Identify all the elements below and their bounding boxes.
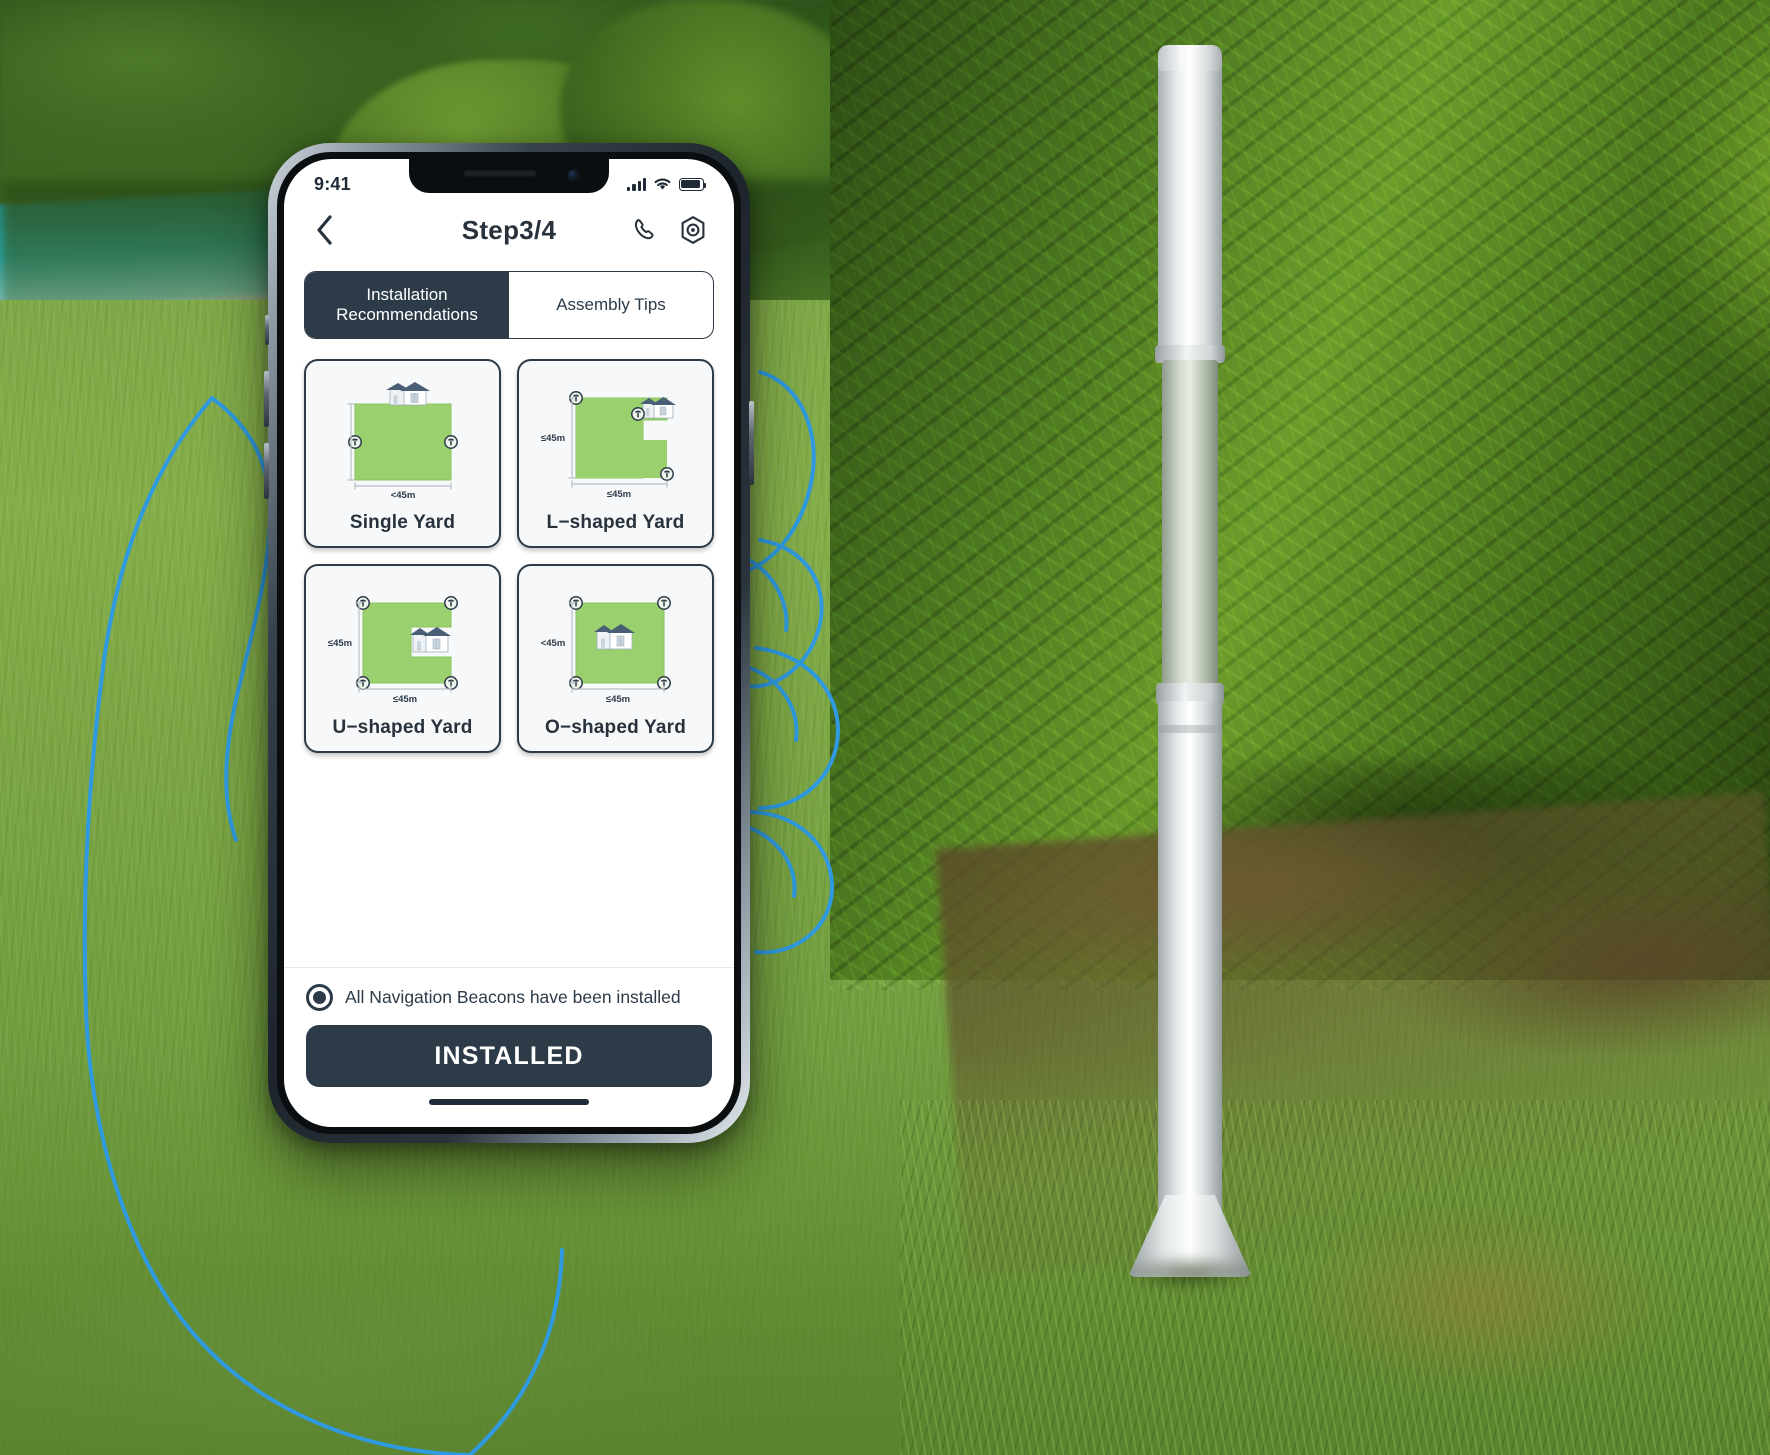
single-yard-figure: <45m [347,381,458,500]
width-label: ≤45m [392,694,416,705]
bottom-action-area: All Navigation Beacons have been install… [284,967,734,1127]
house-icon [409,626,451,652]
background-photo [0,0,1770,1455]
status-bar: 9:41 [284,159,734,199]
yard-diagram-l-shaped: ≤45m ≤45m [519,361,712,512]
phone-bezel: 9:41 Step3/4 Installation Recommendation… [277,152,741,1134]
height-label: ≤45m [327,638,351,649]
l-shaped-yard-figure: ≤45m ≤45m [540,390,676,500]
width-label: ≤45m [606,489,630,500]
tab-assembly-tips[interactable]: Assembly Tips [509,272,713,338]
status-clock: 9:41 [314,173,351,194]
yard-type-grid: <45m Single Yard ≤45m ≤45m L−shaped Yard… [284,339,734,753]
cellular-signal-icon [627,177,646,191]
yard-card-o-shaped[interactable]: <45m ≤45m O−shaped Yard [517,564,714,753]
silent-switch[interactable] [265,315,269,345]
width-label: ≤45m [605,694,629,705]
yard-card-l-shaped[interactable]: ≤45m ≤45m L−shaped Yard [517,359,714,548]
installed-button[interactable]: INSTALLED [306,1025,712,1087]
bollard-lamp [1090,45,1290,1300]
nav-actions [628,213,710,247]
home-indicator[interactable] [429,1099,589,1105]
smartphone-device: 9:41 Step3/4 Installation Recommendation… [264,143,754,1143]
hex-gear-icon [681,216,705,244]
house-icon [385,381,430,405]
confirm-installed-row[interactable]: All Navigation Beacons have been install… [306,984,712,1011]
yard-card-label-u-shaped: U−shaped Yard [332,717,473,738]
yard-card-label-single: Single Yard [349,512,456,533]
support-call-button[interactable] [628,213,662,247]
height-label: <45m [540,638,565,649]
yard-diagram-single: <45m [306,361,499,512]
confirm-radio-icon[interactable] [306,984,333,1011]
yard-card-label-l-shaped: L−shaped Yard [546,512,685,533]
yard-card-label-o-shaped: O−shaped Yard [544,717,687,738]
phone-handset-icon [634,219,654,240]
yard-diagram-o-shaped: <45m ≤45m [519,566,712,717]
chevron-left-icon [317,215,332,245]
volume-up-button[interactable] [264,371,269,427]
dry-grass-patch [1230,1180,1750,1450]
power-button[interactable] [749,401,754,485]
settings-button[interactable] [676,213,710,247]
tab-bar: Installation Recommendations Assembly Ti… [304,271,714,339]
phone-screen: 9:41 Step3/4 Installation Recommendation… [284,159,734,1127]
o-shaped-yard-figure: <45m ≤45m [540,595,671,705]
confirm-label: All Navigation Beacons have been install… [345,987,681,1007]
wifi-icon [654,178,671,190]
width-label: <45m [390,490,415,500]
yard-diagram-u-shaped: ≤45m ≤45m [306,566,499,717]
u-shaped-yard-figure: ≤45m ≤45m [327,595,458,705]
height-label: ≤45m [540,433,564,444]
navigation-bar: Step3/4 [284,199,734,261]
yard-card-u-shaped[interactable]: ≤45m ≤45m U−shaped Yard [304,564,501,753]
yard-card-single[interactable]: <45m Single Yard [304,359,501,548]
status-icons [627,177,707,191]
volume-down-button[interactable] [264,443,269,499]
back-button[interactable] [308,213,342,247]
tab-installation-recommendations[interactable]: Installation Recommendations [305,272,509,338]
battery-full-icon [679,177,707,191]
